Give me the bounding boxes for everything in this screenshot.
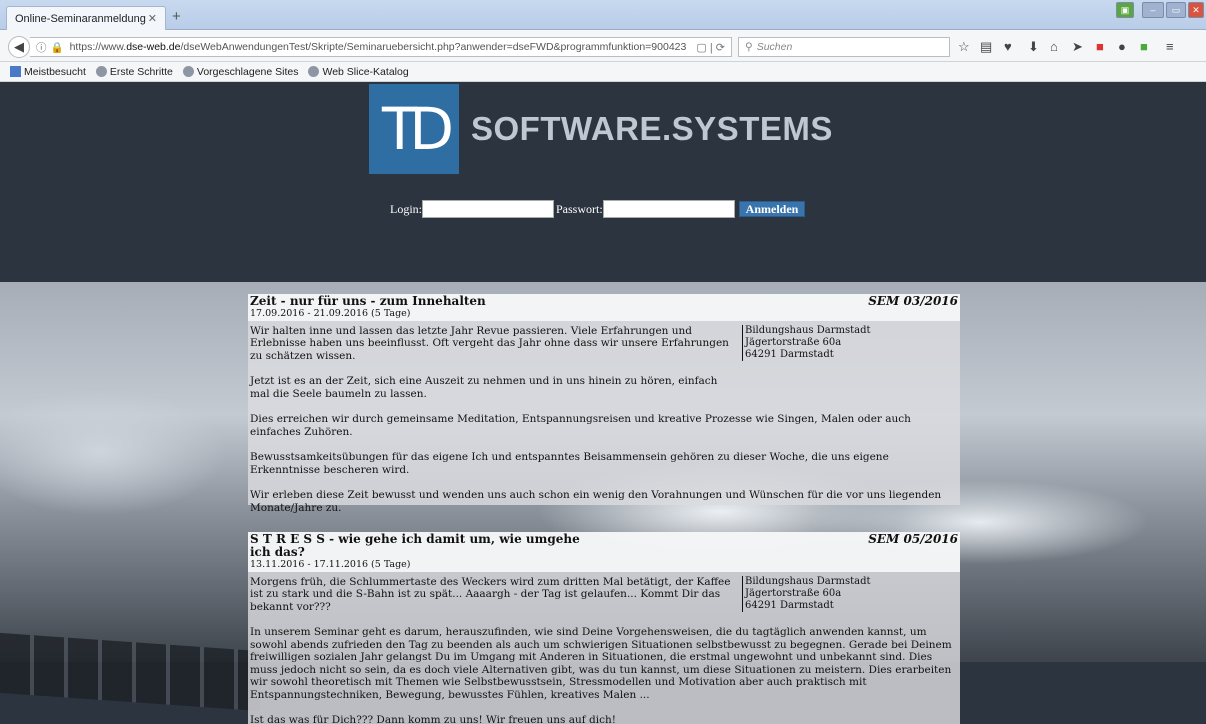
seminar-body: Bildungshaus Darmstadt Jägertorstraße 60…: [248, 324, 960, 515]
close-window-icon[interactable]: ✕: [1188, 2, 1204, 18]
tab-bar: Online-Seminaranmeldung ✕ + ▣ – ▭ ✕: [0, 0, 1206, 30]
download-icon[interactable]: ⬇: [1028, 39, 1039, 55]
bookmark-star-icon[interactable]: ☆: [958, 39, 970, 55]
seminar-header: S T R E S S - wie gehe ich damit um, wie…: [248, 532, 960, 559]
seminar-paragraph: Morgens früh, die Schlummertaste des Wec…: [250, 575, 731, 613]
login-form: Login: Passwort: Anmelden: [390, 200, 806, 218]
browser-tab[interactable]: Online-Seminaranmeldung ✕: [6, 6, 166, 30]
seminar-paragraph: Ist das was für Dich??? Dann komm zu uns…: [250, 714, 616, 724]
send-icon[interactable]: ➤: [1072, 39, 1083, 55]
password-label: Passwort:: [556, 201, 603, 216]
seminar-location: Bildungshaus Darmstadt Jägertorstraße 60…: [742, 324, 871, 361]
seminar-code: SEM 05/2016: [868, 532, 958, 546]
seminar-paragraph: Jetzt ist es an der Zeit, sich eine Ausz…: [250, 375, 718, 400]
bookmark-item[interactable]: Web Slice-Katalog: [308, 66, 409, 78]
extension-green-icon[interactable]: ■: [1140, 39, 1148, 54]
home-icon[interactable]: ⌂: [1050, 39, 1058, 54]
search-icon: ⚲: [745, 41, 753, 53]
bookmarks-bar: Meistbesucht Erste Schritte Vorgeschlage…: [0, 62, 1206, 82]
url-text: https://www.dse-web.de/dseWebAnwendungen…: [69, 41, 687, 53]
login-input[interactable]: [422, 200, 554, 218]
login-button[interactable]: Anmelden: [738, 201, 806, 217]
seminar-title[interactable]: S T R E S S - wie gehe ich damit um, wie…: [250, 533, 590, 559]
globe-icon: [95, 66, 107, 77]
globe-icon: [308, 66, 320, 77]
close-tab-icon[interactable]: ✕: [148, 12, 157, 25]
seminar-header: Zeit - nur für uns - zum Innehalten SEM …: [248, 294, 960, 308]
seminar-paragraph: Bewusstsamkeitsübungen für das eigene Ic…: [250, 451, 889, 476]
bookmark-item[interactable]: Erste Schritte: [95, 66, 173, 78]
globe-icon: [182, 66, 194, 77]
seminar-date: 17.09.2016 - 21.09.2016 (5 Tage): [248, 308, 960, 321]
info-icon[interactable]: ⓘ: [36, 40, 47, 55]
page-content: TD SOFTWARE.SYSTEMS Login: Passwort: Anm…: [0, 82, 1206, 724]
seminar-date: 13.11.2016 - 17.11.2016 (5 Tage): [248, 559, 960, 572]
new-tab-icon[interactable]: +: [172, 8, 181, 25]
seminar-body: Bildungshaus Darmstadt Jägertorstraße 60…: [248, 575, 960, 724]
chat-icon[interactable]: ●: [1118, 39, 1126, 54]
reader-reload-icons[interactable]: ▢ | ⟳: [696, 41, 731, 54]
back-arrow-icon[interactable]: ◀: [8, 36, 30, 58]
bookmark-item[interactable]: Vorgeschlagene Sites: [182, 66, 298, 78]
minimize-icon[interactable]: –: [1142, 2, 1164, 18]
extension-red-icon[interactable]: ■: [1096, 39, 1104, 54]
bookmark-item[interactable]: Meistbesucht: [10, 66, 86, 78]
login-label: Login:: [390, 201, 422, 216]
seminar-paragraph: Wir halten inne und lassen das letzte Ja…: [250, 324, 729, 362]
seminar-paragraph: Wir erleben diese Zeit bewusst und wende…: [250, 489, 942, 514]
td-logo: TD: [369, 84, 459, 174]
seminar-location: Bildungshaus Darmstadt Jägertorstraße 60…: [742, 575, 871, 612]
seminar-card: S T R E S S - wie gehe ich damit um, wie…: [248, 532, 960, 724]
seminar-paragraph: In unserem Seminar geht es darum, heraus…: [250, 626, 952, 701]
pocket-icon[interactable]: ♥: [1004, 39, 1012, 54]
bookmark-folder-icon: [10, 66, 21, 77]
app-icon: ▣: [1116, 2, 1134, 18]
address-bar[interactable]: ⓘ 🔒 https://www.dse-web.de/dseWebAnwendu…: [30, 37, 732, 57]
reading-list-icon[interactable]: ▤: [980, 39, 992, 55]
seminar-paragraph: Dies erreichen wir durch gemeinsame Medi…: [250, 413, 911, 438]
lock-icon: 🔒: [50, 41, 64, 54]
seminar-card: Zeit - nur für uns - zum Innehalten SEM …: [248, 294, 960, 514]
seminar-title[interactable]: Zeit - nur für uns - zum Innehalten: [250, 295, 958, 308]
search-placeholder: Suchen: [756, 41, 793, 53]
navigation-bar: ◀ ⓘ 🔒 https://www.dse-web.de/dseWebAnwen…: [0, 30, 1206, 62]
search-input[interactable]: ⚲ Suchen: [738, 37, 950, 57]
brand-name: SOFTWARE.SYSTEMS: [471, 110, 833, 147]
password-input[interactable]: [602, 200, 735, 218]
menu-icon[interactable]: ≡: [1166, 39, 1174, 54]
seminar-code: SEM 03/2016: [868, 294, 958, 308]
maximize-icon[interactable]: ▭: [1166, 2, 1186, 18]
tab-title: Online-Seminaranmeldung: [15, 12, 146, 25]
